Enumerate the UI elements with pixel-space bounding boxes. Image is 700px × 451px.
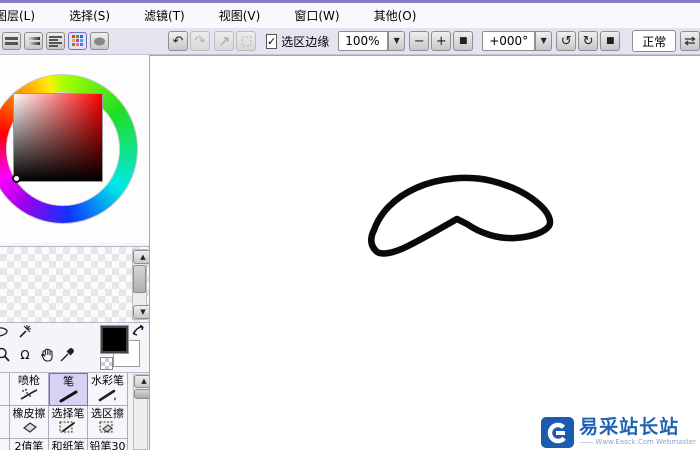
rotate-view-tool[interactable]: Ω: [16, 346, 34, 364]
zoom-dropdown-button[interactable]: ▼: [388, 31, 406, 51]
undo-button[interactable]: ↶: [168, 31, 188, 51]
dashed-box-icon: [241, 36, 251, 46]
brush-cell-watercolor[interactable]: 水彩笔: [88, 373, 128, 406]
zoom-out-button[interactable]: −: [409, 31, 430, 51]
dotted-list-icon: [49, 35, 62, 47]
selection-edge-label: 选区边缘: [281, 34, 330, 49]
swap-curved-arrow-icon: [132, 324, 144, 336]
menu-item-select[interactable]: 选择(S): [65, 5, 114, 26]
tools-section: Ω: [0, 323, 149, 372]
canvas[interactable]: 易采站长站 —— Www.Easck.Com Webmaster: [151, 57, 700, 450]
color-mixer-view-button[interactable]: [46, 32, 65, 50]
menu-item-view[interactable]: 视图(V): [215, 5, 265, 26]
toolbar: ↶ ↷ ✓ 选区边缘 100% ▼ − + ■ +000° ▼ ↺ ↻ ■ 正常…: [0, 28, 700, 55]
airbrush-icon: [20, 388, 38, 400]
selection-edge-checkbox[interactable]: ✓: [266, 33, 278, 49]
rotate-cw-button[interactable]: ↻: [578, 31, 599, 51]
deselect-button[interactable]: [236, 31, 256, 51]
scroll-up-button[interactable]: ▲: [133, 250, 149, 264]
brush-cell-paper-pen[interactable]: 和纸笔: [49, 439, 88, 450]
scratchpad-scrollbar[interactable]: ▲ ▼: [132, 249, 149, 320]
swap-color-button[interactable]: [680, 31, 700, 51]
zoom-value-field[interactable]: 100%: [338, 31, 389, 51]
watermark-subtitle: —— Www.Easck.Com Webmaster: [579, 438, 696, 446]
color-selector-dot[interactable]: [12, 174, 21, 183]
brush-cell-selection-eraser[interactable]: 选区擦: [88, 406, 128, 439]
zoom-reset-button[interactable]: ■: [453, 31, 474, 51]
brush-cell-selection-pen[interactable]: 选择笔: [49, 406, 88, 439]
menu-item-other[interactable]: 其他(O): [370, 5, 421, 26]
zoom-in-button[interactable]: +: [431, 31, 452, 51]
brush-panel-scrollbar[interactable]: ▲: [133, 374, 149, 450]
watermark-title: 易采站长站: [579, 416, 680, 438]
hand-tool[interactable]: [38, 346, 56, 364]
scratchpad-view-button[interactable]: [90, 32, 109, 50]
redo-button[interactable]: ↷: [190, 31, 210, 51]
magic-wand-icon: [18, 325, 31, 338]
watermark-logo-icon: [541, 417, 575, 448]
brush-cell-clipped-1[interactable]: [0, 373, 10, 406]
rotate-ccw-button[interactable]: ↺: [556, 31, 577, 51]
crop-icon: [219, 36, 229, 46]
magnifier-icon: [0, 347, 10, 362]
foreground-color-swatch[interactable]: [100, 325, 129, 354]
brush-cell-airbrush[interactable]: 喷枪: [10, 373, 49, 406]
scratchpad[interactable]: ▲ ▼: [0, 246, 149, 323]
gradient-bars-icon: [27, 36, 40, 45]
menu-bar: 图层(L) 选择(S) 滤镜(T) 视图(V) 窗口(W) 其他(O): [0, 3, 700, 28]
magic-wand-tool[interactable]: [15, 323, 33, 341]
canvas-window: 易采站长站 —— Www.Easck.Com Webmaster: [149, 55, 700, 450]
color-slider-view-button[interactable]: [24, 32, 43, 50]
watercolor-icon: [98, 389, 116, 402]
stripes-icon: [5, 36, 18, 45]
brush-cell-eraser[interactable]: 橡皮擦: [10, 406, 49, 439]
brush-scrollbar-thumb[interactable]: [134, 389, 149, 399]
left-tool-panel: ▲ ▼ Ω 喷枪 笔 水彩笔 橡皮擦 选择笔 选区擦 2值笔 和纸笔 铅笔30 …: [0, 55, 149, 450]
watermark: 易采站长站 —— Www.Easck.Com Webmaster: [541, 417, 696, 448]
selection-pen-icon: [59, 421, 75, 433]
blob-icon: [94, 37, 105, 45]
freehand-stroke-drawing: [368, 174, 554, 257]
scroll-down-button[interactable]: ▼: [133, 305, 149, 319]
angle-dropdown-button[interactable]: ▼: [535, 31, 553, 51]
color-wheel-section: [0, 55, 149, 243]
menu-item-layer[interactable]: 图层(L): [0, 5, 39, 26]
pen-icon: [59, 390, 77, 403]
brush-cell-binary-pen[interactable]: 2值笔: [10, 439, 49, 450]
zoom-combo: 100% ▼: [338, 31, 406, 51]
transparent-color-swatch[interactable]: [100, 357, 113, 370]
selection-eraser-icon: [99, 421, 113, 433]
crop-selection-button[interactable]: [214, 31, 234, 51]
eraser-icon: [22, 422, 38, 433]
scrollbar-thumb[interactable]: [133, 265, 146, 293]
brush-scroll-up-button[interactable]: ▲: [134, 375, 149, 388]
brush-cell-clipped-3[interactable]: 通: [0, 439, 10, 450]
blend-mode-button[interactable]: 正常: [632, 30, 677, 52]
menu-item-window[interactable]: 窗口(W): [290, 5, 343, 26]
angle-value-field[interactable]: +000°: [482, 31, 536, 51]
menu-item-filter[interactable]: 滤镜(T): [140, 5, 189, 26]
color-stripes-view-button[interactable]: [2, 32, 21, 50]
angle-combo: +000° ▼: [482, 31, 553, 51]
zoom-tool[interactable]: [0, 346, 12, 364]
saturation-value-square[interactable]: [12, 93, 103, 183]
swap-arrows-icon: [684, 36, 696, 46]
color-grid-icon: [71, 35, 83, 46]
eyedropper-icon: [60, 348, 74, 362]
eyedropper-tool[interactable]: [58, 346, 76, 364]
hand-icon: [41, 348, 53, 362]
brush-cell-clipped-2[interactable]: 笔: [0, 406, 10, 439]
lasso-tool[interactable]: [0, 324, 10, 342]
brush-cell-pen-selected[interactable]: 笔: [49, 373, 88, 406]
rotate-reset-button[interactable]: ■: [600, 31, 621, 51]
lasso-icon: [0, 326, 8, 336]
swap-fg-bg-button[interactable]: [131, 323, 146, 340]
color-swatch-view-button[interactable]: [68, 32, 87, 50]
brush-cell-pencil30[interactable]: 铅笔30: [88, 439, 128, 450]
watermark-text: 易采站长站 —— Www.Easck.Com Webmaster: [579, 417, 696, 447]
brush-panel: 喷枪 笔 水彩笔 笔 橡皮擦 选择笔: [0, 372, 149, 450]
